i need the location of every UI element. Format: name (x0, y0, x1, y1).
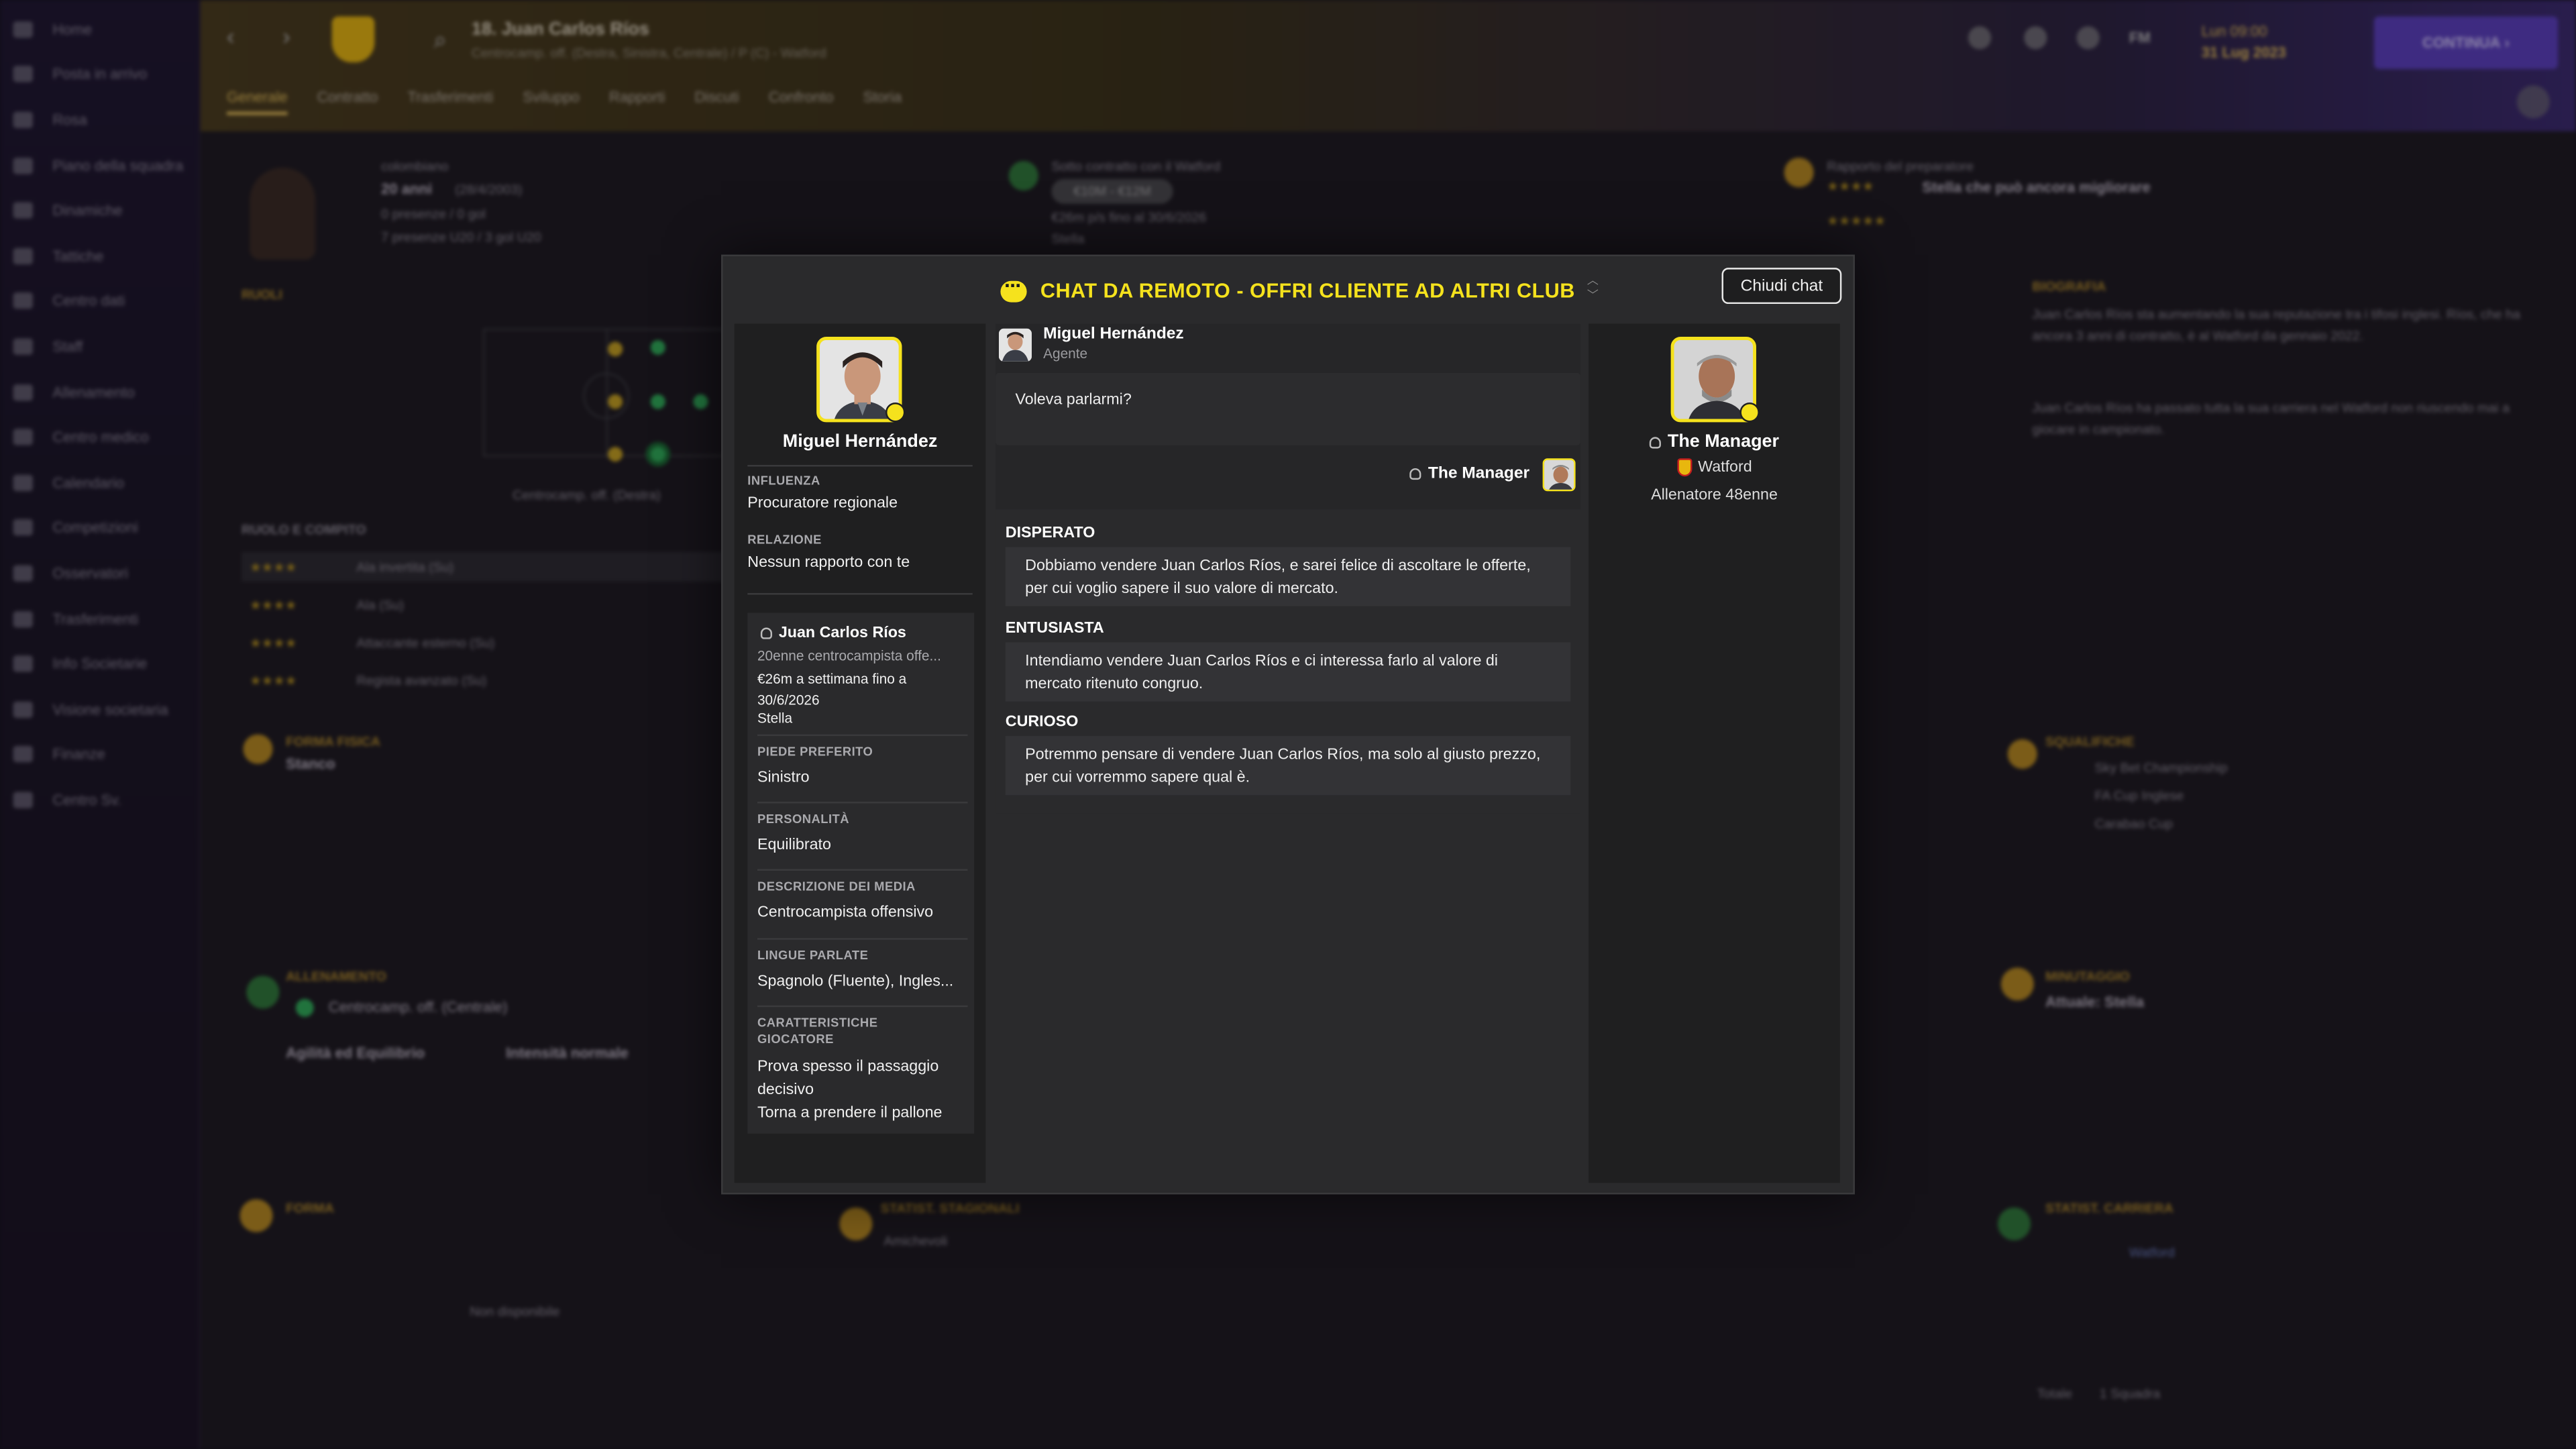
agent-name[interactable]: Miguel Hernández (735, 432, 986, 451)
personality-label: PERSONALITÀ (757, 811, 850, 826)
client-player-desc: 20enne centrocampista offe... (757, 647, 941, 664)
manager-name[interactable]: The Manager (1668, 432, 1779, 451)
chat-sender-name[interactable]: Miguel Hernández (1043, 325, 1184, 343)
client-player-name-row[interactable]: Juan Carlos Ríos (760, 625, 906, 643)
languages-value: Spagnolo (Fluente), Ingles... (757, 972, 954, 991)
media-value: Centrocampista offensivo (757, 903, 934, 922)
option-title-desperate: DISPERATO (1005, 524, 1095, 543)
media-label: DESCRIZIONE DEI MEDIA (757, 879, 916, 894)
personality-value: Equilibrato (757, 836, 831, 855)
foot-label: PIEDE PREFERITO (757, 744, 873, 759)
client-player-wage: €26m a settimana fino a 30/6/2026 (757, 670, 907, 708)
trait-1: Prova spesso il passaggio decisivo (757, 1058, 939, 1099)
reply-option-desperate[interactable]: Dobbiamo vendere Juan Carlos Ríos, e sar… (1005, 547, 1571, 606)
watford-crest-icon (1676, 458, 1692, 477)
agent-chat-badge-icon (885, 402, 906, 423)
chat-panel: Miguel Hernández Agente Voleva parlarmi?… (996, 323, 1580, 814)
option-title-curious: CURIOSO (1005, 712, 1079, 731)
trait-2: Torna a prendere il pallone (757, 1104, 943, 1122)
person-icon (1649, 436, 1662, 448)
reply-sender-name[interactable]: The Manager (1428, 465, 1529, 483)
manager-role: Allenatore 48enne (1651, 486, 1778, 504)
close-chat-button[interactable]: Chiudi chat (1721, 268, 1842, 305)
manager-chat-badge-icon (1739, 402, 1760, 423)
scroll-arrows-icon[interactable]: ︿ ﹀ (1587, 274, 1599, 304)
chat-bubble-icon (1001, 272, 1028, 302)
modal-title: CHAT DA REMOTO - OFFRI CLIENTE AD ALTRI … (1040, 279, 1575, 303)
foot-value: Sinistro (757, 769, 810, 788)
option-title-enthusiastic: ENTUSIASTA (1005, 619, 1104, 638)
manager-name-row[interactable]: The Manager (1589, 432, 1840, 451)
influence-value: Procuratore regionale (747, 494, 898, 513)
manager-small-avatar[interactable] (1542, 458, 1576, 492)
modal-header: CHAT DA REMOTO - OFFRI CLIENTE AD ALTRI … (723, 256, 1854, 325)
chat-sender-role: Agente (1043, 345, 1088, 362)
reply-option-enthusiastic[interactable]: Intendiamo vendere Juan Carlos Ríos e ci… (1005, 642, 1571, 702)
manager-club[interactable]: Watford (1698, 458, 1752, 476)
reply-option-curious[interactable]: Potremmo pensare di vendere Juan Carlos … (1005, 736, 1571, 796)
relation-label: RELAZIONE (747, 532, 822, 547)
relation-value: Nessun rapporto con te (747, 553, 910, 572)
manager-panel: The Manager Watford Allenatore 48enne (1589, 323, 1840, 1183)
influence-label: INFLUENZA (747, 473, 820, 488)
agent-small-avatar[interactable] (998, 328, 1032, 362)
remote-chat-modal: CHAT DA REMOTO - OFFRI CLIENTE AD ALTRI … (721, 254, 1855, 1195)
reply-header: The Manager (1409, 465, 1529, 483)
languages-label: LINGUE PARLATE (757, 948, 869, 963)
client-player-card: Juan Carlos Ríos 20enne centrocampista o… (747, 612, 975, 1134)
client-player-name[interactable]: Juan Carlos Ríos (779, 625, 906, 643)
traits-label: CARATTERISTICHE GIOCATORE (757, 1015, 878, 1046)
manager-club-row[interactable]: Watford (1589, 458, 1840, 476)
client-player-status: Stella (757, 709, 793, 727)
agent-panel: Miguel Hernández INFLUENZA Procuratore r… (734, 323, 986, 1183)
person-icon (1409, 468, 1422, 480)
agent-message: Voleva parlarmi? (996, 372, 1580, 445)
person-icon (760, 627, 773, 639)
